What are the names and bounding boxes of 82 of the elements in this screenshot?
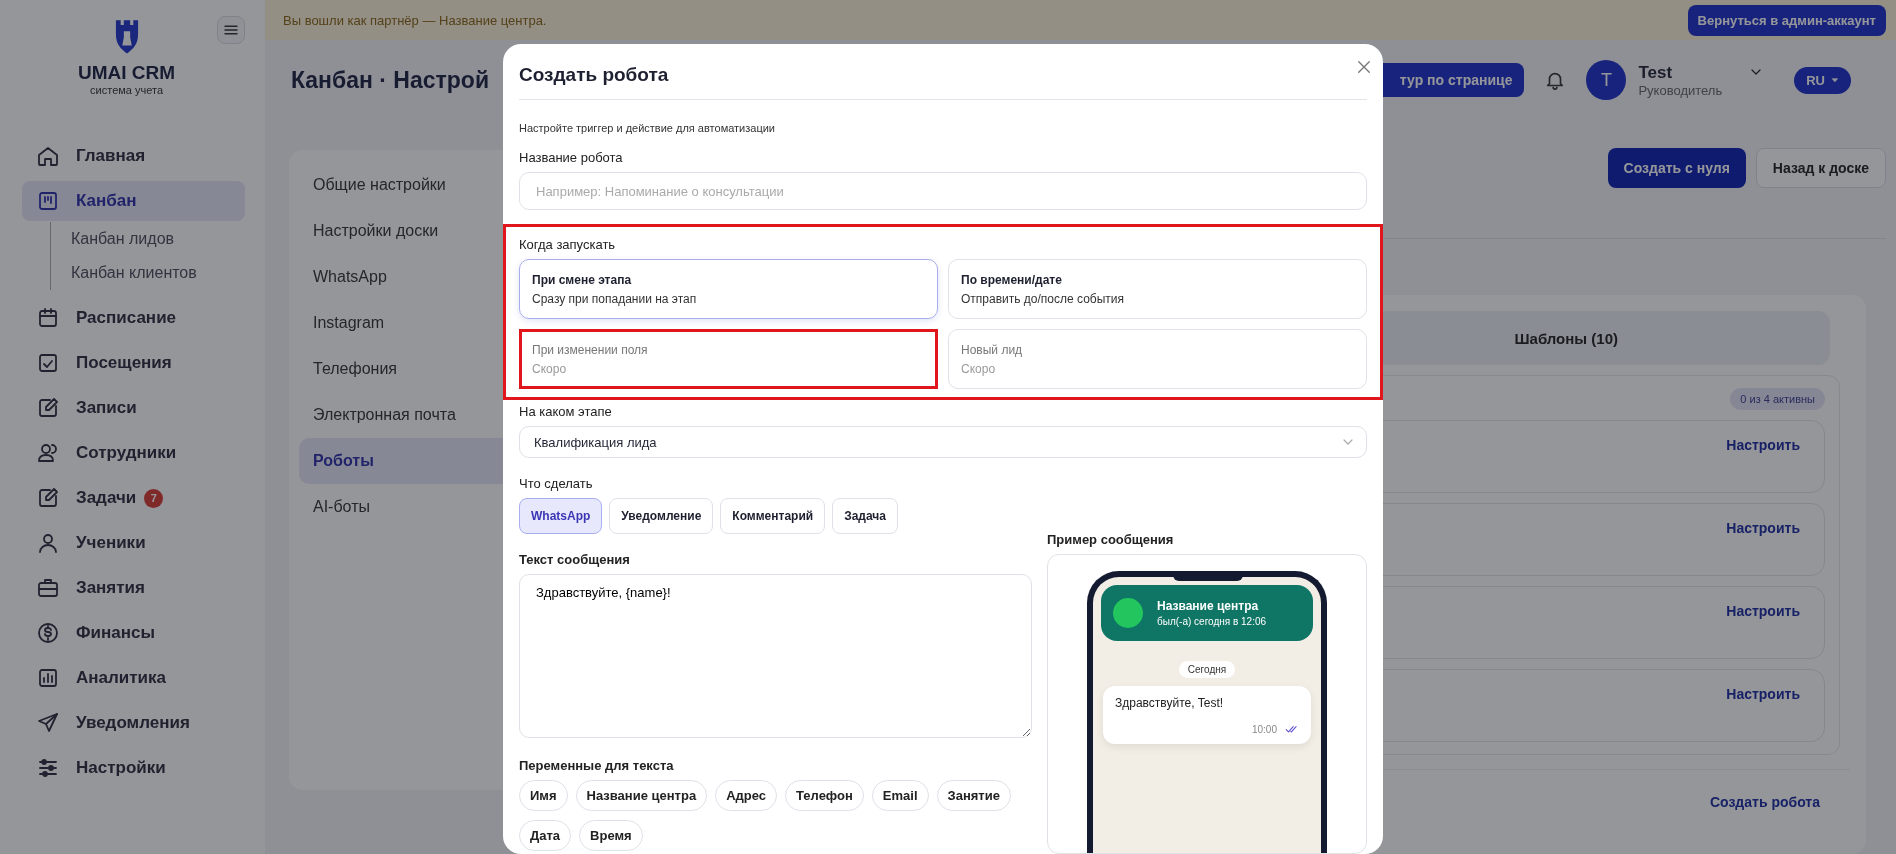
input-field[interactable]: Например: Напоминание о консультации [519, 172, 1367, 210]
modal-title: Создать робота [519, 63, 669, 86]
configure-link[interactable]: Настроить [1726, 686, 1800, 702]
close-button[interactable] [1355, 58, 1373, 76]
logo-subtitle: система учета [90, 84, 163, 96]
tab[interactable]: Шаблоны (10) [1514, 329, 1618, 347]
contact-name: Название центра [1157, 599, 1260, 613]
variable-chip[interactable]: Занятие [936, 780, 1011, 811]
variable-chip[interactable]: Имя [519, 780, 568, 811]
language-button[interactable]: RU [1794, 66, 1851, 94]
action-option[interactable]: Уведомление [609, 498, 714, 534]
send-icon [36, 711, 60, 735]
logo-title: UMAI CRM [78, 62, 176, 84]
nav-item[interactable]: Посещения [22, 343, 245, 383]
nav-subitem[interactable]: Канбан лидов [51, 222, 245, 256]
user-icon [36, 531, 60, 555]
users-icon [36, 441, 60, 465]
edit-icon [36, 486, 60, 510]
dollar-icon [36, 621, 60, 645]
field-label: Переменные для текста [519, 758, 675, 773]
nav-item[interactable]: Ученики [22, 523, 245, 563]
modal-subtitle: Настройте триггер и действие для автоматизации [519, 122, 776, 134]
nav-item[interactable]: Аналитика [22, 658, 245, 698]
banner-text: Вы вошли как партнёр — Название центра. [283, 12, 547, 28]
board-icon [36, 189, 60, 213]
variable-chip[interactable]: Время [579, 820, 643, 851]
nav-item[interactable]: Расписание [22, 298, 245, 338]
chart-icon [36, 666, 60, 690]
status-badge: 0 из 4 активны [1730, 388, 1825, 410]
trigger-option[interactable]: При смене этапа Сразу при попадании на этап [519, 259, 938, 319]
message-text: Здравствуйте, Test! [1115, 696, 1225, 710]
avatar[interactable]: T [1586, 60, 1627, 100]
field-label: На каком этапе [519, 404, 613, 419]
nav-subitem[interactable]: Канбан клиентов [51, 256, 245, 290]
field-label: Название робота [519, 150, 624, 165]
variable-chip[interactable]: Телефон [785, 780, 864, 811]
close-icon [1355, 58, 1373, 76]
page-title: Канбан · Настрой [291, 66, 490, 94]
last-seen: был(-а) сегодня в 12:06 [1157, 616, 1267, 627]
action-option[interactable]: Комментарий [720, 498, 826, 534]
caret-icon [1831, 76, 1839, 84]
nav-item[interactable]: Настройки [22, 748, 245, 788]
message-time: 10:00 [1251, 723, 1277, 735]
variable-chip[interactable]: Email [871, 780, 929, 811]
field-label: Пример сообщения [1047, 532, 1175, 547]
configure-link[interactable]: Настроить [1726, 603, 1800, 619]
action-option[interactable]: Задача [832, 498, 898, 534]
count-badge: 7 [144, 488, 164, 508]
home-icon [36, 144, 60, 168]
date-pill: Сегодня [1178, 661, 1236, 678]
field-label: Текст сообщения [519, 552, 631, 567]
user-name: Test [1638, 62, 1674, 83]
message-textarea[interactable]: Здравствуйте, {name}! [519, 574, 1032, 738]
configure-link[interactable]: Настроить [1726, 520, 1800, 536]
configure-link[interactable]: Настроить [1726, 437, 1800, 453]
return-button[interactable]: Вернуться в админ-аккаунт [1687, 4, 1886, 36]
trigger-option[interactable]: По времени/дате Отправить до/после события [948, 259, 1367, 319]
menu-button[interactable] [217, 16, 245, 44]
user-role: Руководитель [1638, 82, 1723, 98]
action-option[interactable]: WhatsApp [519, 498, 603, 534]
contact-avatar [1113, 598, 1143, 628]
briefcase-icon [36, 576, 60, 600]
nav-item[interactable]: Задачи 7 [22, 478, 245, 518]
back-button[interactable]: Назад к доске [1755, 148, 1886, 188]
nav-item[interactable]: Записи [22, 388, 245, 428]
stage-select[interactable]: Квалификация лида [519, 426, 1367, 458]
variable-chip[interactable]: Название центра [575, 780, 708, 811]
calendar-icon [36, 306, 60, 330]
nav-item[interactable]: Уведомления [22, 703, 245, 743]
create-button[interactable]: Создать с нуля [1607, 148, 1746, 188]
variable-chip[interactable]: Дата [519, 820, 572, 851]
variable-chip[interactable]: Адрес [715, 780, 777, 811]
create-robot-link[interactable]: Создать робота [1709, 794, 1820, 810]
nav-item[interactable]: Занятия [22, 568, 245, 608]
nav-item[interactable]: Канбан [22, 181, 245, 221]
nav-item[interactable]: Сотрудники [22, 433, 245, 473]
nav-item[interactable]: Главная [22, 136, 245, 176]
nav-item[interactable]: Финансы [22, 613, 245, 653]
field-label: Когда запускать [519, 237, 617, 252]
phone-notch [1173, 575, 1243, 581]
sliders-icon [36, 756, 60, 780]
edit-icon [36, 396, 60, 420]
